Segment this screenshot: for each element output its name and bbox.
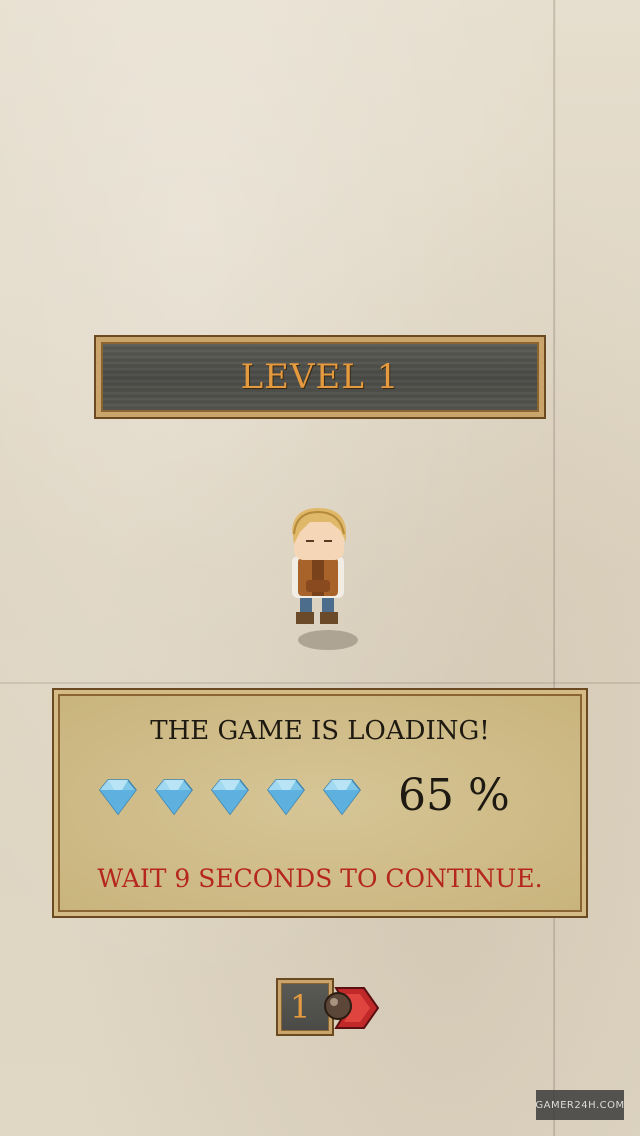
watermark: GAMER24H.COM	[535, 1090, 624, 1120]
diamond-icon	[323, 779, 361, 816]
level-banner-wood: LEVEL 1	[101, 342, 539, 412]
loading-panel: THE GAME IS LOADING! 65 % WAIT 9 SECONDS…	[52, 688, 588, 918]
hero-sprite-icon	[292, 508, 358, 650]
diamond-icon	[155, 779, 193, 816]
wait-message: WAIT 9 SECONDS TO CONTINUE.	[97, 864, 543, 893]
continue-button[interactable]	[322, 982, 380, 1034]
level-banner: LEVEL 1	[94, 335, 546, 419]
diamond-icon	[267, 779, 305, 816]
loading-panel-inner: THE GAME IS LOADING! 65 % WAIT 9 SECONDS…	[58, 694, 582, 912]
bomb-icon	[324, 992, 352, 1020]
diamond-icon	[211, 779, 249, 816]
level-title: LEVEL 1	[240, 357, 400, 397]
loading-percent: 65 %	[398, 770, 510, 821]
player-character	[270, 500, 370, 660]
loading-title: THE GAME IS LOADING!	[150, 716, 490, 746]
paper-fold-horizontal	[0, 682, 640, 684]
item-count: 1	[290, 988, 311, 1026]
progress-gems	[96, 776, 364, 816]
paper-fold-vertical	[553, 0, 556, 1136]
diamond-icon	[99, 779, 137, 816]
